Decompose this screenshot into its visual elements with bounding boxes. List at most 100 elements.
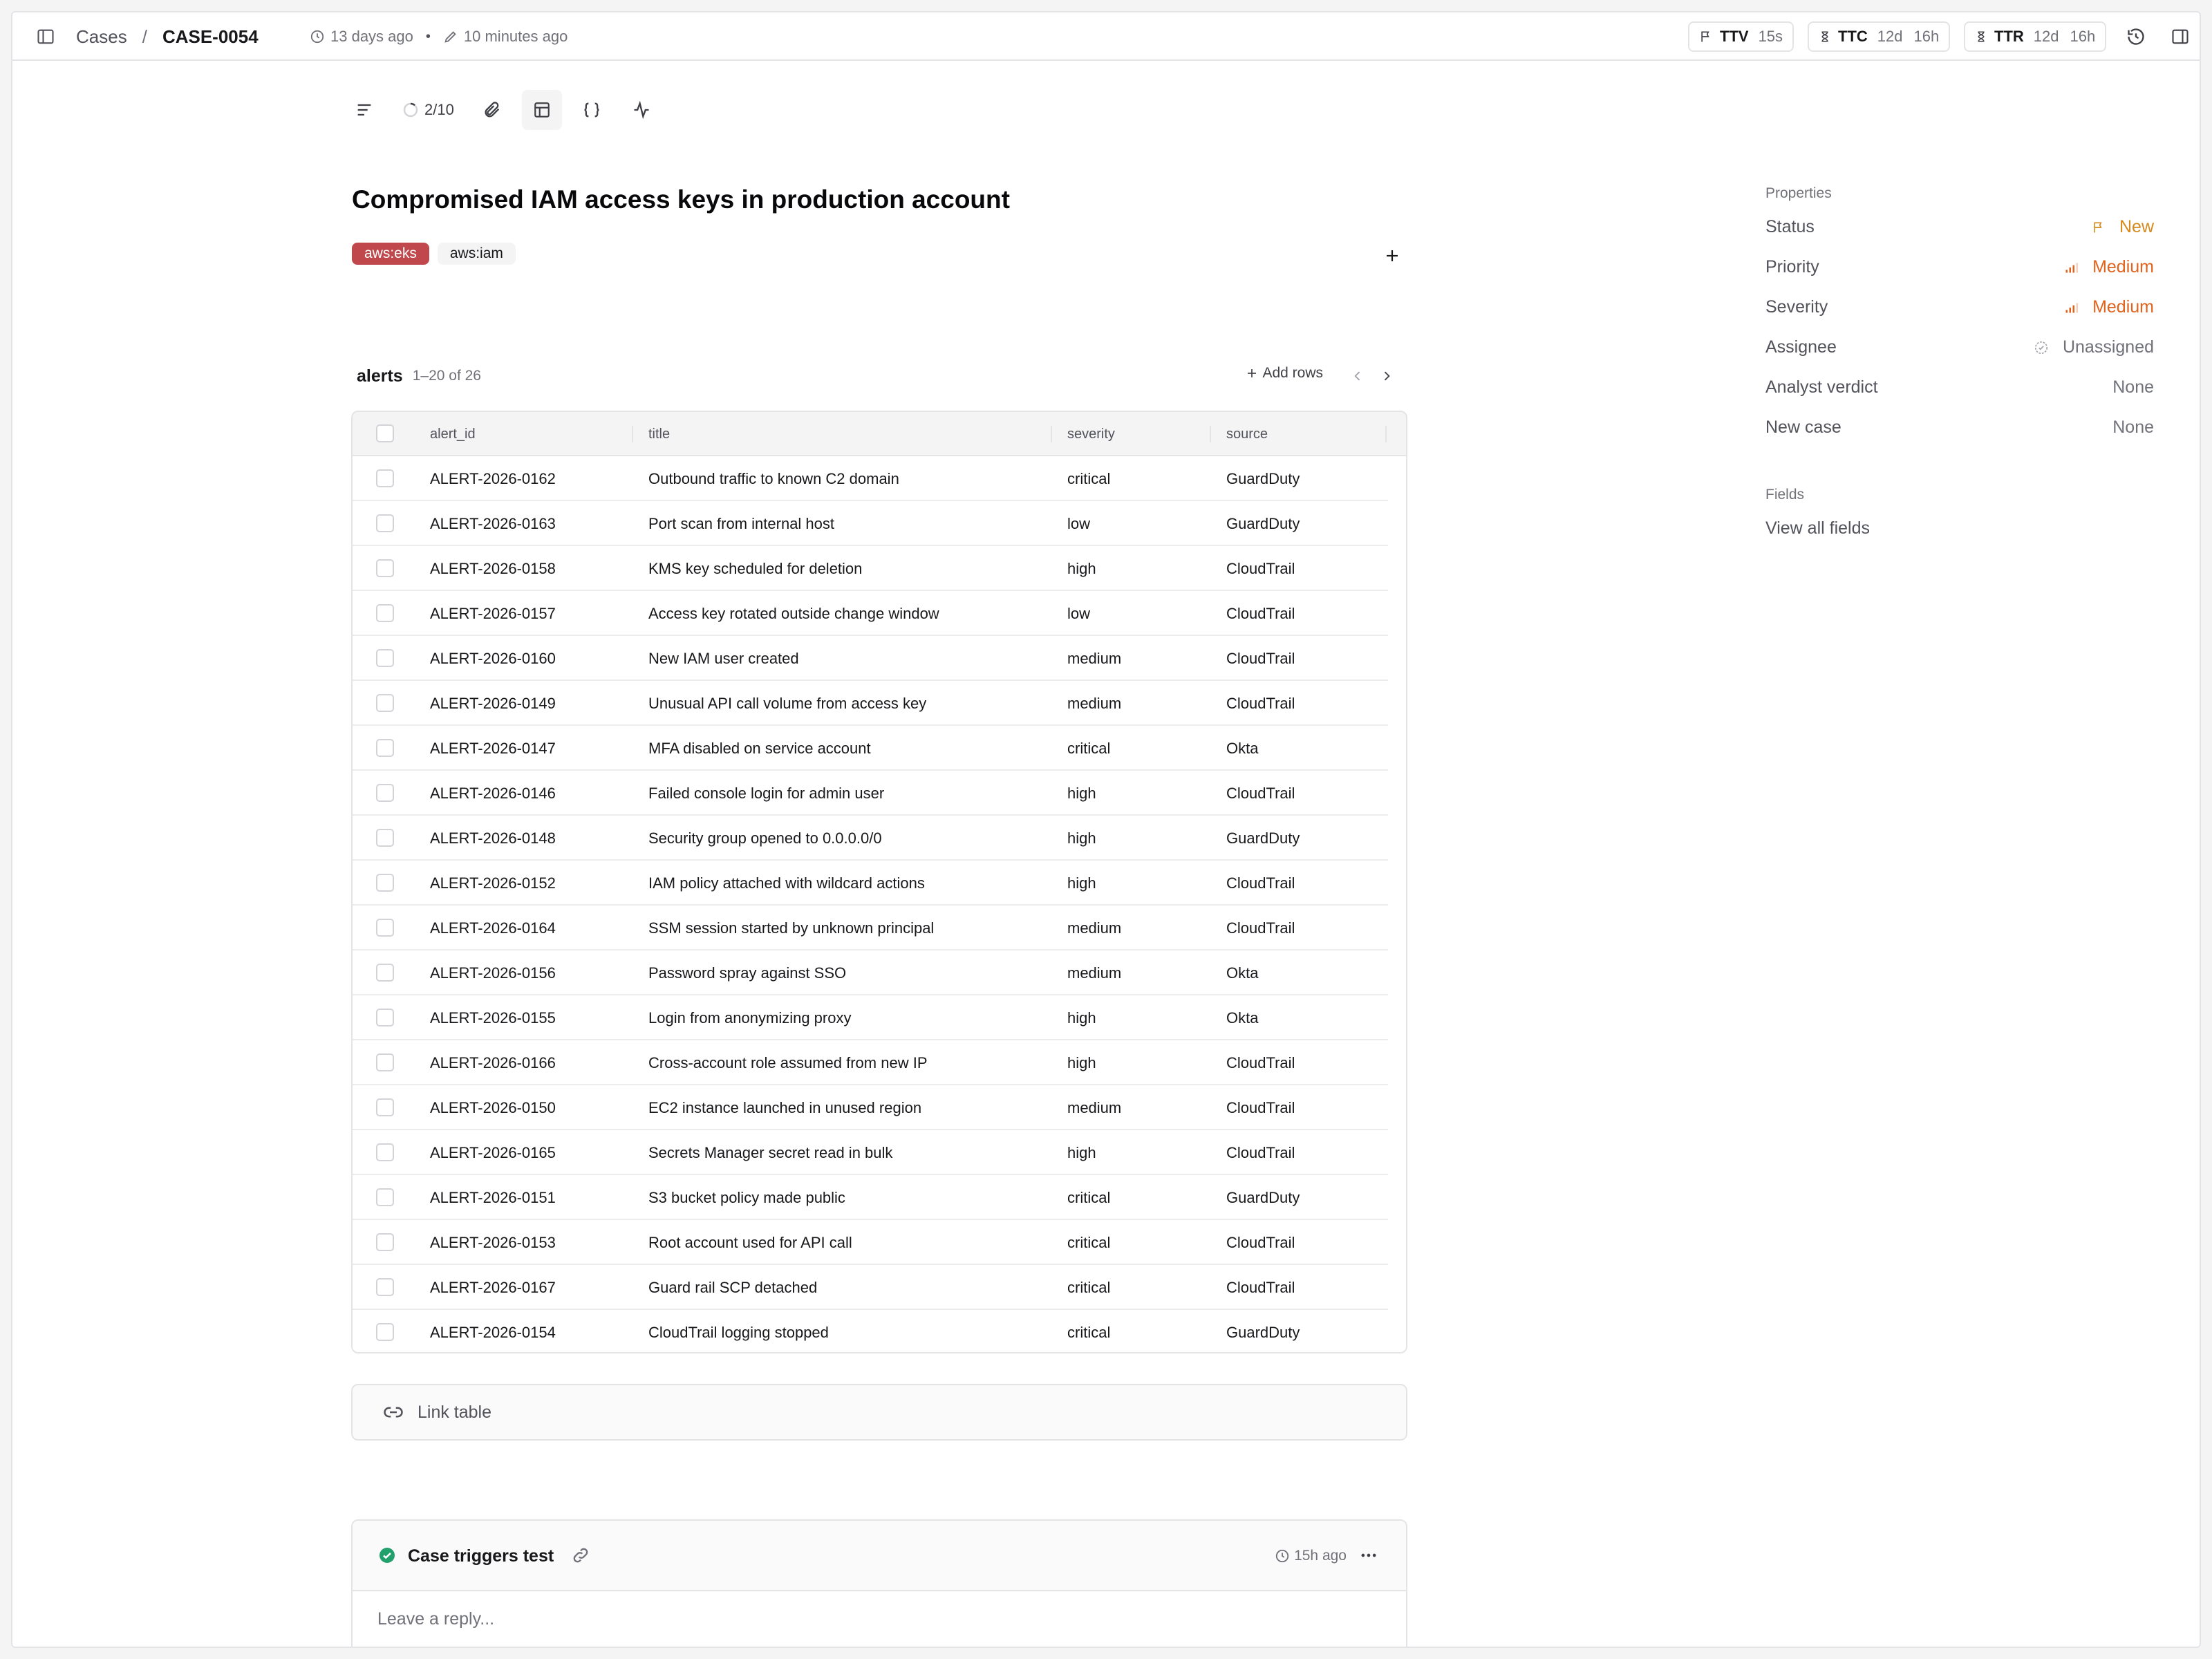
row-checkbox[interactable] [376,604,394,622]
table-cell-severity[interactable]: medium [1067,1085,1121,1130]
table-row[interactable]: ALERT-2026-0163 Port scan from internal h… [353,501,1406,546]
table-cell-source[interactable]: CloudTrail [1226,546,1295,591]
table-cell-source[interactable]: CloudTrail [1226,1040,1295,1085]
column-divider[interactable] [1210,426,1211,442]
column-header[interactable]: severity [1067,412,1115,456]
braces-icon[interactable] [572,90,612,130]
table-cell-severity[interactable]: high [1067,1040,1096,1085]
table-cell-title[interactable]: Password spray against SSO [648,950,846,995]
table-row[interactable]: ALERT-2026-0155 Login from anonymizing pr… [353,995,1406,1040]
table-cell-title[interactable]: Security group opened to 0.0.0.0/0 [648,816,882,861]
table-cell-severity[interactable]: high [1067,546,1096,591]
tag[interactable]: aws:eks [352,243,429,265]
description-icon[interactable] [344,90,384,130]
table-cell-severity[interactable]: low [1067,591,1090,636]
table-row[interactable]: ALERT-2026-0151 S3 bucket policy made pub… [353,1175,1406,1220]
table-cell-title[interactable]: CloudTrail logging stopped [648,1310,829,1352]
table-cell-source[interactable]: Okta [1226,726,1258,771]
table-cell-alert-id[interactable]: ALERT-2026-0151 [430,1175,556,1220]
table-cell-source[interactable]: CloudTrail [1226,681,1295,726]
table-cell-title[interactable]: SSM session started by unknown principal [648,906,934,950]
table-cell-source[interactable]: CloudTrail [1226,1085,1295,1130]
table-cell-source[interactable]: CloudTrail [1226,1265,1295,1310]
table-cell-alert-id[interactable]: ALERT-2026-0150 [430,1085,556,1130]
row-checkbox[interactable] [376,829,394,847]
table-cell-source[interactable]: CloudTrail [1226,1130,1295,1175]
row-checkbox[interactable] [376,919,394,937]
table-cell-alert-id[interactable]: ALERT-2026-0154 [430,1310,556,1352]
table-cell-source[interactable]: CloudTrail [1226,861,1295,906]
table-cell-severity[interactable]: high [1067,771,1096,816]
table-cell-alert-id[interactable]: ALERT-2026-0166 [430,1040,556,1085]
row-checkbox[interactable] [376,649,394,667]
table-cell-alert-id[interactable]: ALERT-2026-0153 [430,1220,556,1265]
table-cell-alert-id[interactable]: ALERT-2026-0152 [430,861,556,906]
table-row[interactable]: ALERT-2026-0146 Failed console login for … [353,771,1406,816]
table-cell-title[interactable]: Access key rotated outside change window [648,591,939,636]
sidebar-toggle-icon[interactable] [33,24,58,49]
table-row[interactable]: ALERT-2026-0149 Unusual API call volume f… [353,681,1406,726]
reply-input[interactable]: Leave a reply... [377,1609,494,1629]
column-divider[interactable] [1051,426,1052,442]
breadcrumb-cases-link[interactable]: Cases [76,26,127,48]
row-checkbox[interactable] [376,1188,394,1206]
table-cell-alert-id[interactable]: ALERT-2026-0155 [430,995,556,1040]
table-cell-alert-id[interactable]: ALERT-2026-0165 [430,1130,556,1175]
table-row[interactable]: ALERT-2026-0152 IAM policy attached with … [353,861,1406,906]
row-checkbox[interactable] [376,1009,394,1027]
chevron-left-icon[interactable] [1348,366,1367,386]
table-cell-source[interactable]: GuardDuty [1226,456,1300,501]
table-cell-severity[interactable]: low [1067,501,1090,546]
table-cell-alert-id[interactable]: ALERT-2026-0146 [430,771,556,816]
table-row[interactable]: ALERT-2026-0162 Outbound traffic to known… [353,456,1406,501]
table-row[interactable]: ALERT-2026-0156 Password spray against SS… [353,950,1406,995]
property-value[interactable]: Medium [2063,297,2154,317]
table-cell-alert-id[interactable]: ALERT-2026-0158 [430,546,556,591]
add-rows-button[interactable]: Add rows [1246,365,1323,382]
table-cell-title[interactable]: New IAM user created [648,636,799,681]
table-cell-title[interactable]: Login from anonymizing proxy [648,995,851,1040]
chevron-right-icon[interactable] [1377,366,1396,386]
table-cell-source[interactable]: CloudTrail [1226,1220,1295,1265]
column-header[interactable]: source [1226,412,1268,456]
table-cell-title[interactable]: IAM policy attached with wildcard action… [648,861,925,906]
table-cell-title[interactable]: Secrets Manager secret read in bulk [648,1130,892,1175]
table-cell-alert-id[interactable]: ALERT-2026-0147 [430,726,556,771]
table-cell-severity[interactable]: critical [1067,1220,1110,1265]
history-icon[interactable] [2124,24,2148,49]
table-cell-source[interactable]: CloudTrail [1226,636,1295,681]
table-cell-severity[interactable]: critical [1067,1175,1110,1220]
table-cell-alert-id[interactable]: ALERT-2026-0160 [430,636,556,681]
table-cell-severity[interactable]: critical [1067,456,1110,501]
table-cell-alert-id[interactable]: ALERT-2026-0148 [430,816,556,861]
table-cell-title[interactable]: KMS key scheduled for deletion [648,546,862,591]
row-checkbox[interactable] [376,514,394,532]
table-cell-title[interactable]: Failed console login for admin user [648,771,884,816]
table-row[interactable]: ALERT-2026-0164 SSM session started by un… [353,906,1406,950]
table-cell-title[interactable]: Guard rail SCP detached [648,1265,817,1310]
row-checkbox[interactable] [376,1323,394,1341]
property-value[interactable]: New [2092,217,2154,237]
property-value[interactable]: Unassigned [2034,337,2154,357]
table-cell-severity[interactable]: medium [1067,950,1121,995]
table-cell-source[interactable]: GuardDuty [1226,501,1300,546]
table-cell-severity[interactable]: medium [1067,681,1121,726]
row-checkbox[interactable] [376,1098,394,1116]
paperclip-icon[interactable] [472,90,512,130]
table-cell-severity[interactable]: high [1067,995,1096,1040]
row-checkbox[interactable] [376,559,394,577]
table-cell-alert-id[interactable]: ALERT-2026-0167 [430,1265,556,1310]
row-checkbox[interactable] [376,874,394,892]
table-cell-title[interactable]: Root account used for API call [648,1220,852,1265]
table-icon[interactable] [521,90,562,130]
table-cell-source[interactable]: CloudTrail [1226,591,1295,636]
table-row[interactable]: ALERT-2026-0148 Security group opened to … [353,816,1406,861]
table-cell-alert-id[interactable]: ALERT-2026-0149 [430,681,556,726]
activity-icon[interactable] [621,90,662,130]
property-row-status[interactable]: Status New [1765,209,2154,249]
table-cell-severity[interactable]: critical [1067,1310,1110,1352]
table-cell-severity[interactable]: medium [1067,906,1121,950]
table-cell-severity[interactable]: medium [1067,636,1121,681]
row-checkbox[interactable] [376,964,394,982]
table-cell-severity[interactable]: critical [1067,726,1110,771]
